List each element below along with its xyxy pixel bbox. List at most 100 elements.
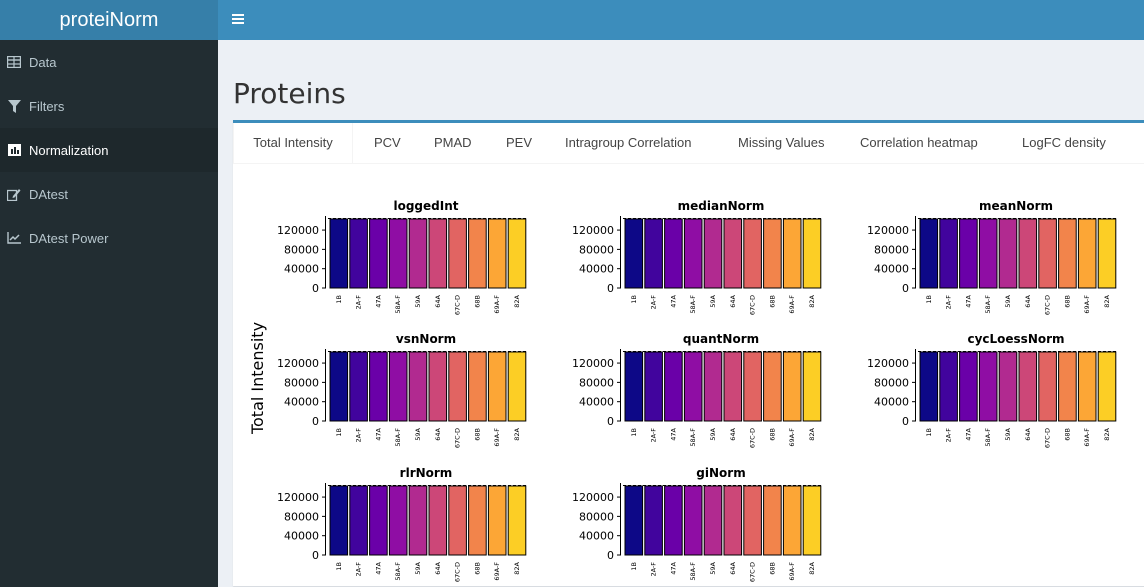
sidebar-item-datest-power[interactable]: DAtest Power	[0, 216, 218, 260]
bar	[644, 351, 663, 422]
bar	[919, 218, 939, 289]
tab-pcv[interactable]: PCV	[374, 123, 401, 163]
x-tick-label: 82A	[808, 561, 816, 574]
x-tick-label: 2A-F	[650, 562, 658, 577]
y-tick-label: 120000	[572, 491, 614, 504]
bar	[1058, 218, 1077, 289]
sidebar-item-normalization[interactable]: Normalization	[0, 128, 218, 172]
bar	[763, 485, 782, 556]
x-tick-label: 68B	[768, 428, 776, 441]
x-tick-label: 1B	[335, 562, 343, 571]
x-tick-label: 64A	[434, 561, 442, 574]
tab-intragroup-correlation[interactable]: Intragroup Correlation	[565, 123, 691, 163]
filter-icon	[6, 98, 22, 114]
y-tick-label: 80000	[284, 376, 319, 389]
x-tick-label: 1B	[630, 295, 638, 304]
x-tick-label: 1B	[925, 295, 933, 304]
x-tick-label: 2A-F	[355, 562, 363, 577]
y-axis-label: Total Intensity	[248, 322, 267, 435]
tab-logfc-density[interactable]: LogFC density	[1022, 123, 1106, 163]
x-tick-label: 1B	[630, 428, 638, 437]
tab-bar: Total Intensity PCV PMAD PEV Intragroup …	[233, 123, 1144, 164]
x-tick-label: 67C-D	[454, 428, 462, 448]
tab-pmad[interactable]: PMAD	[434, 123, 472, 163]
bar	[388, 218, 408, 289]
bar	[329, 485, 349, 556]
x-tick-label: 47A	[669, 427, 677, 440]
x-tick-label: 67C-D	[454, 295, 462, 315]
x-tick-label: 68B	[473, 295, 481, 308]
app-logo[interactable]: proteiNorm	[0, 0, 218, 40]
x-tick-label: 58A-F	[689, 428, 697, 447]
tab-box: Total Intensity PCV PMAD PEV Intragroup …	[233, 120, 1144, 586]
x-tick-label: 47A	[964, 427, 972, 440]
bar	[624, 485, 644, 556]
sidebar-item-label: DAtest	[29, 186, 69, 202]
x-tick-label: 67C-D	[749, 295, 757, 315]
tab-missing-values[interactable]: Missing Values	[738, 123, 824, 163]
bar	[723, 218, 743, 289]
bar	[743, 485, 762, 556]
y-tick-label: 0	[312, 415, 319, 428]
bar	[468, 351, 487, 422]
x-tick-label: 58A-F	[394, 428, 402, 447]
bar	[369, 485, 388, 556]
bar	[1058, 351, 1077, 422]
y-tick-label: 80000	[284, 243, 319, 256]
panel-title: medianNorm	[678, 199, 765, 213]
x-tick-label: 82A	[808, 294, 816, 307]
x-tick-label: 1B	[335, 295, 343, 304]
sidebar-item-filters[interactable]: Filters	[0, 84, 218, 128]
sidebar-item-label: Data	[29, 54, 57, 70]
y-tick-label: 0	[607, 549, 614, 562]
top-navbar	[218, 0, 1144, 40]
bar	[703, 351, 723, 422]
bar	[468, 485, 487, 556]
bar	[664, 351, 683, 422]
tab-correlation-heatmap[interactable]: Correlation heatmap	[860, 123, 978, 163]
x-tick-label: 64A	[1024, 427, 1032, 440]
y-tick-label: 80000	[579, 243, 614, 256]
bar	[329, 218, 349, 289]
x-tick-label: 2A-F	[355, 428, 363, 443]
bar	[959, 351, 978, 422]
panel-title: vsnNorm	[396, 332, 456, 346]
y-tick-label: 80000	[284, 510, 319, 523]
x-tick-label: 82A	[513, 294, 521, 307]
bar	[369, 351, 388, 422]
y-tick-label: 0	[312, 549, 319, 562]
bar	[1097, 351, 1117, 422]
sidebar-item-label: DAtest Power	[29, 230, 109, 246]
bar	[507, 351, 527, 422]
x-tick-label: 58A-F	[689, 295, 697, 314]
bar	[644, 485, 663, 556]
bar	[408, 218, 428, 289]
sidebar-item-datest[interactable]: DAtest	[0, 172, 218, 216]
y-tick-label: 80000	[874, 376, 909, 389]
sidebar-toggle-icon[interactable]	[232, 7, 248, 31]
x-tick-label: 2A-F	[945, 428, 953, 443]
x-tick-label: 69A-F	[493, 428, 501, 447]
x-tick-label: 47A	[374, 294, 382, 307]
tab-pev[interactable]: PEV	[506, 123, 532, 163]
y-tick-label: 40000	[874, 396, 909, 409]
x-tick-label: 69A-F	[1083, 428, 1091, 447]
x-tick-label: 64A	[434, 427, 442, 440]
bar	[624, 218, 644, 289]
x-tick-label: 69A-F	[1083, 295, 1091, 314]
bar	[723, 485, 743, 556]
bar	[388, 485, 408, 556]
x-tick-label: 1B	[335, 428, 343, 437]
x-tick-label: 59A	[414, 294, 422, 307]
bar	[507, 218, 527, 289]
y-tick-label: 0	[902, 282, 909, 295]
x-tick-label: 68B	[1063, 295, 1071, 308]
x-tick-label: 59A	[414, 427, 422, 440]
sidebar-item-data[interactable]: Data	[0, 40, 218, 84]
x-tick-label: 68B	[768, 562, 776, 575]
x-tick-label: 68B	[768, 295, 776, 308]
total-intensity-chart: Total Intensity loggedInt 0 40000 80000 12000…	[248, 199, 1118, 582]
x-tick-label: 64A	[1024, 294, 1032, 307]
tab-total-intensity[interactable]: Total Intensity	[233, 123, 353, 163]
bar	[683, 351, 703, 422]
